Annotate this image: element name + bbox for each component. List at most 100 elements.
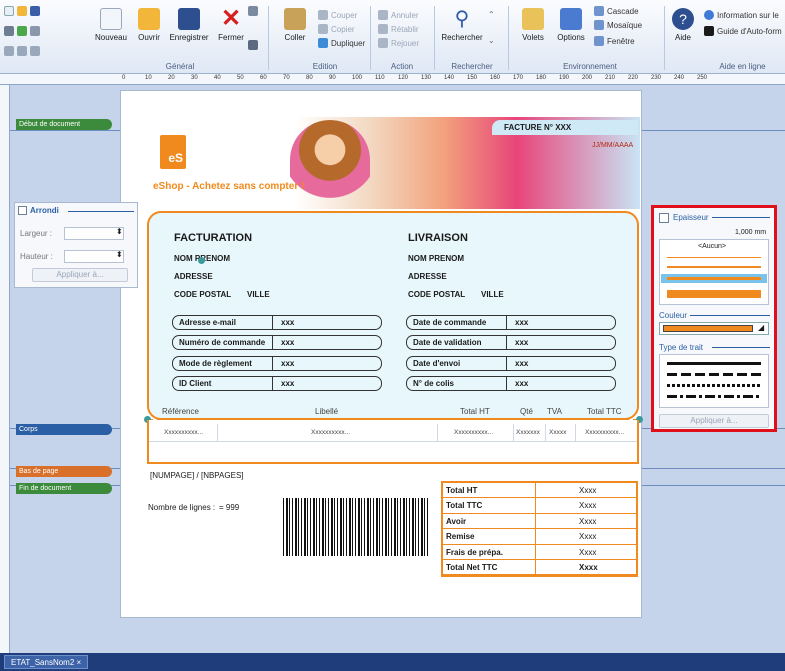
table-row[interactable]: Xxxxxxxxxx... Xxxxxxxxxx... Xxxxxxxxxx..…	[149, 424, 637, 442]
totals-row[interactable]: Total TTC Xxxx	[443, 498, 636, 514]
band-tag-start[interactable]: Début de document	[16, 119, 112, 130]
ruler-tick: 70	[283, 75, 290, 81]
totals-row[interactable]: Total Net TTC Xxxx	[443, 559, 636, 576]
band-tag-end[interactable]: Fin de document	[16, 483, 112, 494]
width-spin-icon[interactable]: ⬍	[116, 227, 123, 236]
help-button[interactable]: ? Aide	[668, 4, 698, 60]
options-button[interactable]: Options	[554, 4, 588, 60]
quick-access-new-icon[interactable]	[4, 6, 40, 16]
field-parcel-label: N° de colis	[407, 377, 507, 390]
thickness-option-selected[interactable]	[661, 274, 767, 283]
height-spin-icon[interactable]: ⬍	[116, 250, 123, 259]
copy-button[interactable]: Copier	[318, 24, 355, 34]
page-number-field[interactable]: [NUMPAGE] / [NBPAGES]	[150, 471, 244, 480]
undo-button[interactable]: Annuler	[378, 10, 419, 20]
invoice-number: FACTURE N° XXX	[492, 120, 638, 135]
width-input[interactable]	[64, 227, 124, 240]
thickness-value[interactable]: 1,000 mm	[735, 229, 766, 236]
field-order-number[interactable]: Numéro de commande xxx	[172, 335, 382, 350]
line-count-value[interactable]: = 999	[219, 503, 239, 512]
thickness-apply-button[interactable]: Appliquer à...	[659, 414, 769, 428]
line-style-dash-dot[interactable]	[667, 395, 761, 398]
field-validation-date[interactable]: Date de validation xxx	[406, 335, 616, 350]
panes-button[interactable]: Volets	[514, 4, 552, 60]
thickness-option-none[interactable]: <Aucun>	[698, 243, 726, 250]
field-payment[interactable]: Mode de règlement xxx	[172, 356, 382, 371]
field-order-date-value: xxx	[515, 318, 529, 327]
redo-button[interactable]: Rétablir	[378, 24, 419, 34]
search-button[interactable]: ⚲ Rechercher	[440, 4, 484, 60]
rounding-checkbox[interactable]	[18, 206, 27, 215]
line-style-solid[interactable]	[667, 362, 761, 365]
color-picker[interactable]: ◢	[659, 322, 769, 335]
totals-row[interactable]: Remise Xxxx	[443, 529, 636, 545]
cut-button[interactable]: Couper	[318, 10, 357, 20]
cascade-button[interactable]: Cascade	[594, 6, 639, 16]
quick-access-tools-icon[interactable]	[4, 26, 40, 36]
line-style-dash[interactable]	[667, 373, 761, 376]
line-style-dot[interactable]	[667, 384, 761, 387]
document-tab[interactable]: ETAT_SansNom2 ×	[4, 655, 89, 669]
quick-access-undo-icon[interactable]	[4, 46, 40, 56]
settings-icon[interactable]	[248, 6, 258, 16]
ruler-tick: 210	[605, 75, 616, 81]
band-tag-footer-label: Bas de page	[19, 468, 59, 475]
ruler-tick: 0	[122, 75, 126, 81]
field-client-id[interactable]: ID Client xxx	[172, 376, 382, 391]
new-button[interactable]: Nouveau	[92, 4, 130, 60]
ruler-tick: 190	[559, 75, 570, 81]
window-icon	[594, 36, 604, 46]
selection-handle[interactable]	[198, 257, 205, 264]
column-label: Libellé	[315, 407, 339, 416]
field-ship-date-label: Date d'envoi	[407, 357, 507, 370]
ruler-tick: 80	[306, 75, 313, 81]
line-count-label: Nombre de lignes :	[148, 503, 216, 512]
barcode[interactable]	[283, 498, 429, 556]
delivery-postcode: CODE POSTAL	[408, 290, 466, 299]
cell-label: Xxxxxxxxxx...	[311, 429, 351, 436]
paste-button-label: Coller	[284, 33, 306, 42]
search-down-icon[interactable]: ⌄	[488, 36, 495, 45]
help-icon: ?	[672, 8, 694, 30]
field-email[interactable]: Adresse e-mail xxx	[172, 315, 382, 330]
search-up-icon[interactable]: ⌃	[488, 10, 495, 19]
copy-label: Copier	[331, 24, 355, 34]
ruler-tick: 180	[536, 75, 547, 81]
ruler-tick: 240	[674, 75, 685, 81]
totals-row[interactable]: Avoir Xxxx	[443, 513, 636, 530]
open-button[interactable]: Ouvrir	[130, 4, 168, 60]
thickness-option-thin[interactable]	[667, 257, 761, 258]
ruler-tick: 50	[237, 75, 244, 81]
billing-title: FACTURATION	[174, 232, 253, 244]
close-tab-icon[interactable]: ×	[77, 658, 82, 667]
mosaic-button[interactable]: Mosaïque	[594, 20, 642, 30]
guide-button[interactable]: Guide d'Auto-form	[704, 26, 782, 36]
duplicate-button[interactable]: Dupliquer	[318, 38, 365, 48]
field-ship-date[interactable]: Date d'envoi xxx	[406, 356, 616, 371]
rounding-apply-button[interactable]: Appliquer à...	[32, 268, 128, 282]
copy-icon	[318, 24, 328, 34]
window-button[interactable]: Fenêtre	[594, 36, 635, 46]
column-vat: TVA	[547, 407, 562, 416]
save-button-label: Enregistrer	[169, 33, 209, 42]
print-icon[interactable]	[248, 40, 258, 50]
field-parcel[interactable]: N° de colis xxx	[406, 376, 616, 391]
thickness-title-rule	[712, 217, 770, 218]
height-input[interactable]	[64, 250, 124, 263]
thickness-option-medium[interactable]	[667, 266, 761, 268]
field-order-date[interactable]: Date de commande xxx	[406, 315, 616, 330]
cut-icon	[318, 10, 328, 20]
replay-button[interactable]: Rejouer	[378, 38, 419, 48]
panes-button-label: Volets	[522, 33, 544, 42]
thickness-checkbox[interactable]	[659, 213, 669, 223]
totals-row[interactable]: Frais de prépa. Xxxx	[443, 544, 636, 560]
thickness-option-thick[interactable]	[667, 290, 761, 298]
band-tag-footer[interactable]: Bas de page	[16, 466, 112, 477]
save-button[interactable]: Enregistrer	[166, 4, 212, 60]
close-button[interactable]: ✕ Fermer	[212, 4, 250, 60]
paste-button[interactable]: Coller	[276, 4, 314, 60]
cut-label: Couper	[331, 10, 358, 20]
band-tag-body[interactable]: Corps	[16, 424, 112, 435]
information-button[interactable]: Information sur le	[704, 10, 779, 20]
totals-row[interactable]: Total HT Xxxx	[443, 483, 636, 499]
